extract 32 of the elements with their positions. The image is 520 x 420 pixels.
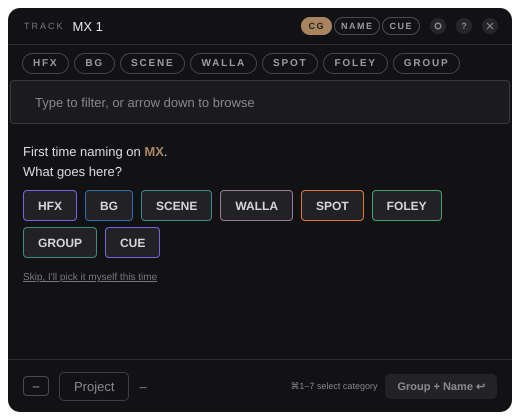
minus-button[interactable]: – <box>23 376 49 396</box>
close-icon[interactable] <box>482 18 498 34</box>
category-chip[interactable]: BG <box>74 53 116 74</box>
category-button[interactable]: WALLA <box>220 190 293 221</box>
help-button[interactable]: ? <box>456 18 472 34</box>
mode-tab[interactable]: CUE <box>382 17 420 35</box>
category-chip[interactable]: FOLEY <box>323 53 388 74</box>
category-button[interactable]: HFX <box>23 190 77 221</box>
filter-field[interactable]: Type to filter, or arrow down to browse <box>10 80 510 124</box>
category-chip[interactable]: SPOT <box>262 53 318 74</box>
prompt-text: First time naming on MX. <box>23 143 168 161</box>
category-chip[interactable]: SCENE <box>120 53 186 74</box>
settings-icon[interactable] <box>430 18 446 34</box>
category-button[interactable]: FOLEY <box>372 190 442 221</box>
category-chip[interactable]: WALLA <box>190 53 258 74</box>
dash-text: – <box>139 378 147 394</box>
prompt-text: What goes here? <box>23 163 124 181</box>
category-chip[interactable]: HFX <box>22 53 70 74</box>
category-button[interactable]: SCENE <box>141 190 212 221</box>
category-button[interactable]: BG <box>85 190 133 221</box>
shortcut-hint: ⌘1–7 select category <box>290 381 378 391</box>
mode-tab[interactable]: NAME <box>334 17 380 35</box>
project-button[interactable]: Project <box>59 372 130 400</box>
category-button[interactable]: CUE <box>105 227 160 258</box>
track-label: TRACK <box>24 21 65 31</box>
category-button[interactable]: SPOT <box>301 190 364 221</box>
category-button[interactable]: GROUP <box>23 227 98 258</box>
track-name: MX 1 <box>72 18 103 34</box>
category-chip[interactable]: GROUP <box>392 53 460 74</box>
confirm-button[interactable]: Group + Name ↩ <box>385 374 497 398</box>
mode-tab[interactable]: CG <box>301 17 332 35</box>
skip-link[interactable]: Skip, I'll pick it myself this time <box>23 272 158 283</box>
